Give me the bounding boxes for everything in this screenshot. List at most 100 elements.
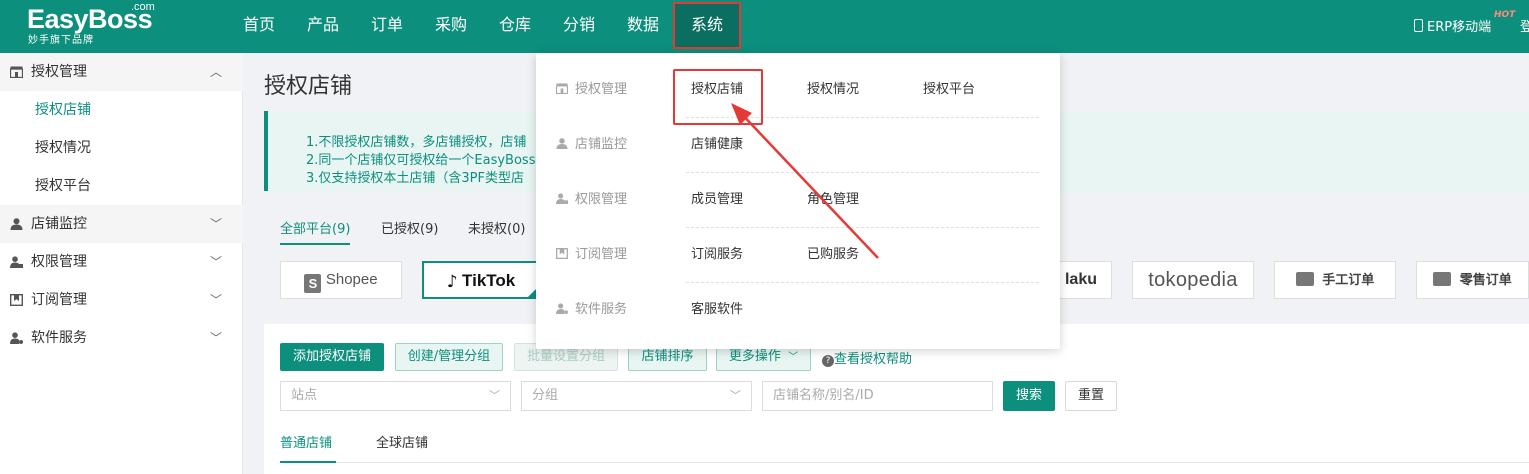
sidebar-item-auth-status[interactable]: 授权情况 bbox=[0, 129, 243, 167]
tab-authorized[interactable]: 已授权(9) bbox=[381, 218, 438, 237]
system-dropdown-menu: 授权管理 授权店铺 授权情况 授权平台 店铺监控 店铺健康 权限管理 成员管理 … bbox=[536, 53, 1060, 349]
platform-manual-order[interactable]: 手工订单 bbox=[1274, 261, 1396, 299]
dropdown-row-auth: 授权管理 授权店铺 授权情况 授权平台 bbox=[536, 62, 1060, 117]
chevron-down-icon: ﹀ bbox=[489, 389, 500, 402]
sidebar-item-auth-platform[interactable]: 授权平台 bbox=[0, 167, 243, 205]
login-link[interactable]: 登 bbox=[1520, 16, 1529, 35]
sidebar-group-label: 店铺监控 bbox=[31, 216, 87, 232]
dropdown-category-subscription: 订阅管理 bbox=[556, 227, 627, 282]
menu-item-purchased-service[interactable]: 已购服务 bbox=[807, 227, 859, 282]
sidebar-item-auth-store[interactable]: 授权店铺 bbox=[0, 91, 243, 129]
category-label: 软件服务 bbox=[575, 302, 628, 317]
nav-orders[interactable]: 订单 bbox=[371, 0, 403, 53]
person-icon bbox=[556, 138, 568, 149]
person-lock-icon bbox=[10, 256, 23, 268]
nav-system[interactable]: 系统 bbox=[673, 2, 741, 49]
category-label: 权限管理 bbox=[575, 192, 628, 207]
dropdown-category-auth: 授权管理 bbox=[556, 62, 627, 117]
sidebar-group-monitor[interactable]: 店铺监控 ﹀ bbox=[0, 205, 243, 243]
dropdown-row-software: 软件服务 客服软件 bbox=[536, 282, 1060, 337]
menu-item-customer-service-software[interactable]: 客服软件 bbox=[691, 282, 743, 337]
top-nav-bar: EasyBoss .com 妙手旗下品牌 首页 产品 订单 采购 仓库 分销 数… bbox=[0, 0, 1529, 53]
hot-badge: HOT bbox=[1494, 10, 1516, 20]
sidebar: 授权管理 ︿ 授权店铺 授权情况 授权平台 店铺监控 ﹀ 权限管理 ﹀ 订阅管理… bbox=[0, 53, 243, 474]
platform-retail-order[interactable]: 零售订单 bbox=[1416, 261, 1529, 299]
store-name-placeholder: 店铺名称/别名/ID bbox=[773, 388, 874, 403]
manual-order-icon bbox=[1295, 272, 1314, 286]
tab-unauthorized[interactable]: 未授权(0) bbox=[468, 218, 525, 237]
category-label: 店铺监控 bbox=[575, 137, 628, 152]
platform-label: Shopee bbox=[325, 271, 378, 288]
dropdown-category-permission: 权限管理 bbox=[556, 172, 627, 227]
search-button[interactable]: 搜索 bbox=[1003, 381, 1055, 411]
sidebar-group-permission[interactable]: 权限管理 ﹀ bbox=[0, 243, 243, 281]
nav-data[interactable]: 数据 bbox=[627, 0, 659, 53]
chevron-down-icon: ﹀ bbox=[730, 389, 741, 402]
subtab-divider bbox=[280, 462, 1529, 463]
category-label: 授权管理 bbox=[575, 82, 628, 97]
chevron-down-icon: ﹀ bbox=[210, 217, 223, 231]
nav-distribution[interactable]: 分销 bbox=[563, 0, 595, 53]
person-service-icon bbox=[10, 332, 23, 344]
store-name-input[interactable]: 店铺名称/别名/ID bbox=[762, 381, 993, 411]
manage-group-button[interactable]: 创建/管理分组 bbox=[395, 343, 503, 371]
dropdown-row-permission: 权限管理 成员管理 角色管理 bbox=[536, 172, 1060, 227]
menu-item-auth-platform[interactable]: 授权平台 bbox=[923, 62, 975, 117]
bookmark-icon bbox=[10, 294, 23, 306]
dropdown-row-subscription: 订阅管理 订阅服务 已购服务 bbox=[536, 227, 1060, 282]
logo-com: .com bbox=[131, 1, 155, 13]
nav-home[interactable]: 首页 bbox=[243, 0, 275, 53]
menu-item-auth-status[interactable]: 授权情况 bbox=[807, 62, 859, 117]
sidebar-group-subscription[interactable]: 订阅管理 ﹀ bbox=[0, 281, 243, 319]
chevron-down-icon: ﹀ bbox=[210, 293, 223, 307]
menu-item-store-health[interactable]: 店铺健康 bbox=[691, 117, 743, 172]
person-service-icon bbox=[556, 303, 568, 314]
mobile-icon bbox=[1414, 19, 1423, 32]
group-select[interactable]: 分组 ﹀ bbox=[521, 381, 752, 411]
add-store-button[interactable]: 添加授权店铺 bbox=[280, 343, 384, 371]
notice-line-1: 1.不限授权店铺数，多店铺授权，店铺 bbox=[306, 135, 527, 150]
dropdown-category-monitor: 店铺监控 bbox=[556, 117, 627, 172]
sidebar-group-software[interactable]: 软件服务 ﹀ bbox=[0, 319, 243, 357]
menu-item-role-management[interactable]: 角色管理 bbox=[807, 172, 859, 227]
erp-mobile-link[interactable]: ERP移动端 bbox=[1427, 16, 1491, 35]
platform-label: 手工订单 bbox=[1322, 273, 1375, 288]
sidebar-group-auth[interactable]: 授权管理 ︿ bbox=[0, 53, 243, 91]
platform-tokopedia[interactable]: tokopedia bbox=[1132, 261, 1254, 299]
notice-line-3: 3.仅支持授权本土店铺（含3PF类型店 bbox=[306, 171, 524, 186]
menu-item-member-management[interactable]: 成员管理 bbox=[691, 172, 743, 227]
person-lock-icon bbox=[556, 193, 568, 204]
platform-tiktok[interactable]: ♪ TikTok bbox=[422, 261, 540, 299]
nav-warehouse[interactable]: 仓库 bbox=[499, 0, 531, 53]
dropdown-row-monitor: 店铺监控 店铺健康 bbox=[536, 117, 1060, 172]
tiktok-icon: ♪ bbox=[446, 272, 458, 292]
platform-label: tokopedia bbox=[1148, 269, 1238, 291]
platform-shopee[interactable]: S Shopee bbox=[280, 261, 402, 299]
chevron-down-icon: ﹀ bbox=[210, 255, 223, 269]
sidebar-group-label: 权限管理 bbox=[31, 254, 87, 270]
store-icon bbox=[10, 66, 23, 78]
notice-line-2: 2.同一个店铺仅可授权给一个EasyBoss bbox=[306, 153, 536, 168]
help-link-label: 查看授权帮助 bbox=[834, 352, 913, 367]
nav-purchase[interactable]: 采购 bbox=[435, 0, 467, 53]
tab-global-stores[interactable]: 全球店铺 bbox=[376, 432, 428, 451]
sidebar-group-label: 授权管理 bbox=[31, 64, 87, 80]
retail-order-icon bbox=[1433, 272, 1452, 286]
person-icon bbox=[10, 218, 23, 230]
help-link[interactable]: ? 查看授权帮助 bbox=[822, 348, 912, 367]
site-select[interactable]: 站点 ﹀ bbox=[280, 381, 511, 411]
dropdown-category-software: 软件服务 bbox=[556, 282, 627, 337]
page-title: 授权店铺 bbox=[264, 74, 353, 99]
nav-products[interactable]: 产品 bbox=[307, 0, 339, 53]
tab-all-platforms[interactable]: 全部平台(9) bbox=[280, 218, 351, 245]
logo-tagline: 妙手旗下品牌 bbox=[28, 35, 94, 46]
platform-label: laku bbox=[1064, 271, 1097, 288]
menu-item-subscription-service[interactable]: 订阅服务 bbox=[691, 227, 743, 282]
easyboss-logo[interactable]: EasyBoss .com 妙手旗下品牌 bbox=[27, 1, 155, 48]
chevron-down-icon: ﹀ bbox=[210, 331, 223, 345]
sidebar-group-label: 订阅管理 bbox=[31, 292, 87, 308]
reset-button[interactable]: 重置 bbox=[1065, 381, 1117, 411]
bookmark-icon bbox=[556, 248, 568, 259]
tab-normal-stores[interactable]: 普通店铺 bbox=[280, 432, 332, 451]
shopee-icon: S bbox=[304, 274, 322, 293]
